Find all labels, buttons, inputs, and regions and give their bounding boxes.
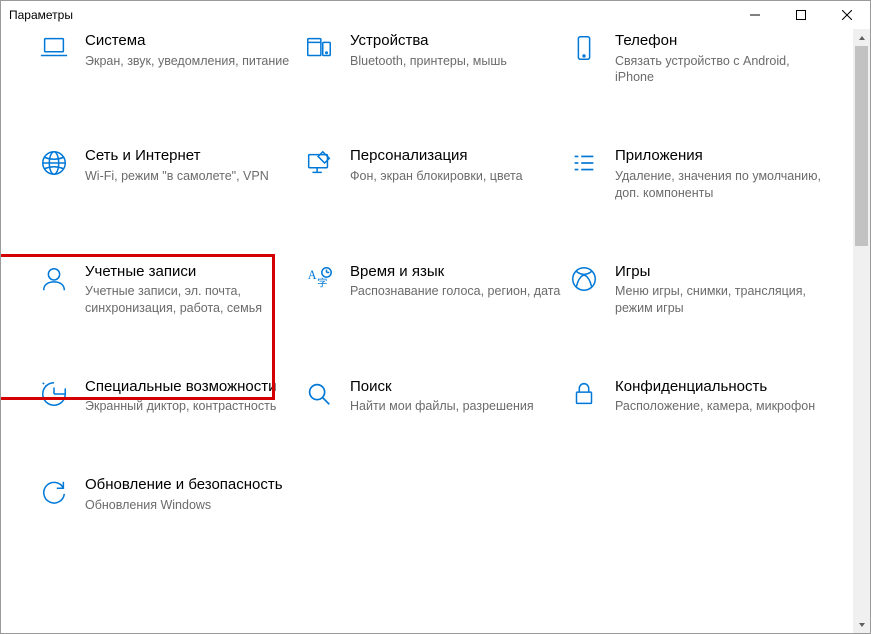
tile-title: Устройства	[350, 31, 562, 51]
xbox-icon	[567, 264, 601, 300]
tile-text: Игры Меню игры, снимки, трансляция, режи…	[615, 262, 827, 317]
content-wrap: Система Экран, звук, уведомления, питани…	[1, 29, 870, 633]
phone-icon	[567, 33, 601, 69]
tile-network[interactable]: Сеть и Интернет Wi-Fi, режим "в самолете…	[37, 146, 297, 184]
tile-ease-of-access[interactable]: Специальные возможности Экранный диктор,…	[37, 377, 297, 415]
scroll-up-arrow[interactable]	[853, 29, 870, 46]
tile-title: Обновление и безопасность	[85, 475, 297, 495]
tile-sub: Найти мои файлы, разрешения	[350, 398, 562, 415]
ease-icon	[37, 379, 71, 415]
tile-text: Телефон Связать устройство с Android, iP…	[615, 31, 827, 86]
scroll-thumb[interactable]	[855, 46, 868, 246]
tile-text: Система Экран, звук, уведомления, питани…	[85, 31, 297, 69]
globe-icon	[37, 148, 71, 184]
tile-apps[interactable]: Приложения Удаление, значения по умолчан…	[567, 146, 827, 201]
tile-gaming[interactable]: Игры Меню игры, снимки, трансляция, режи…	[567, 262, 827, 317]
tile-accounts[interactable]: Учетные записи Учетные записи, эл. почта…	[37, 262, 297, 317]
tile-sub: Wi-Fi, режим "в самолете", VPN	[85, 168, 297, 185]
tile-title: Конфиденциальность	[615, 377, 827, 397]
tile-title: Система	[85, 31, 297, 51]
window-controls	[732, 1, 870, 29]
tile-sub: Учетные записи, эл. почта, синхронизация…	[85, 283, 297, 317]
tile-text: Специальные возможности Экранный диктор,…	[85, 377, 297, 415]
tile-time-language[interactable]: A 字 Время и язык Распознавание голоса, р…	[302, 262, 562, 300]
content: Система Экран, звук, уведомления, питани…	[1, 29, 853, 633]
scroll-down-arrow[interactable]	[853, 616, 870, 633]
tile-text: Поиск Найти мои файлы, разрешения	[350, 377, 562, 415]
tile-sub: Удаление, значения по умолчанию, доп. ко…	[615, 168, 827, 202]
tile-title: Поиск	[350, 377, 562, 397]
update-icon	[37, 477, 71, 513]
tile-text: Персонализация Фон, экран блокировки, цв…	[350, 146, 562, 184]
tile-sub: Фон, экран блокировки, цвета	[350, 168, 562, 185]
settings-grid: Система Экран, звук, уведомления, питани…	[37, 31, 843, 514]
tile-text: Время и язык Распознавание голоса, регио…	[350, 262, 562, 300]
devices-icon	[302, 33, 336, 69]
tile-text: Учетные записи Учетные записи, эл. почта…	[85, 262, 297, 317]
laptop-icon	[37, 33, 71, 69]
tile-sub: Обновления Windows	[85, 497, 297, 514]
tile-title: Приложения	[615, 146, 827, 166]
titlebar: Параметры	[1, 1, 870, 29]
tile-sub: Распознавание голоса, регион, дата	[350, 283, 562, 300]
tile-title: Время и язык	[350, 262, 562, 282]
tile-sub: Bluetooth, принтеры, мышь	[350, 53, 562, 70]
tile-title: Специальные возможности	[85, 377, 297, 397]
tile-sub: Расположение, камера, микрофон	[615, 398, 827, 415]
window-title: Параметры	[1, 8, 73, 22]
tile-sub: Связать устройство с Android, iPhone	[615, 53, 827, 87]
tile-sub: Меню игры, снимки, трансляция, режим игр…	[615, 283, 827, 317]
tile-title: Сеть и Интернет	[85, 146, 297, 166]
tile-text: Устройства Bluetooth, принтеры, мышь	[350, 31, 562, 69]
tile-sub: Экранный диктор, контрастность	[85, 398, 297, 415]
tile-update[interactable]: Обновление и безопасность Обновления Win…	[37, 475, 297, 513]
settings-window: Параметры	[0, 0, 871, 634]
tile-search[interactable]: Поиск Найти мои файлы, разрешения	[302, 377, 562, 415]
tile-text: Конфиденциальность Расположение, камера,…	[615, 377, 827, 415]
tile-devices[interactable]: Устройства Bluetooth, принтеры, мышь	[302, 31, 562, 69]
paint-icon	[302, 148, 336, 184]
tile-title: Учетные записи	[85, 262, 297, 282]
tile-title: Игры	[615, 262, 827, 282]
minimize-button[interactable]	[732, 1, 778, 29]
apps-icon	[567, 148, 601, 184]
svg-text:字: 字	[317, 276, 327, 289]
tile-phone[interactable]: Телефон Связать устройство с Android, iP…	[567, 31, 827, 86]
svg-text:A: A	[308, 268, 317, 282]
tile-text: Приложения Удаление, значения по умолчан…	[615, 146, 827, 201]
tile-title: Телефон	[615, 31, 827, 51]
tile-title: Персонализация	[350, 146, 562, 166]
close-button[interactable]	[824, 1, 870, 29]
tile-system[interactable]: Система Экран, звук, уведомления, питани…	[37, 31, 297, 69]
tile-privacy[interactable]: Конфиденциальность Расположение, камера,…	[567, 377, 827, 415]
tile-text: Сеть и Интернет Wi-Fi, режим "в самолете…	[85, 146, 297, 184]
tile-personalization[interactable]: Персонализация Фон, экран блокировки, цв…	[302, 146, 562, 184]
maximize-button[interactable]	[778, 1, 824, 29]
tile-sub: Экран, звук, уведомления, питание	[85, 53, 297, 70]
person-icon	[37, 264, 71, 300]
lock-icon	[567, 379, 601, 415]
search-icon	[302, 379, 336, 415]
tile-text: Обновление и безопасность Обновления Win…	[85, 475, 297, 513]
time-language-icon: A 字	[302, 264, 336, 300]
vertical-scrollbar[interactable]	[853, 29, 870, 633]
